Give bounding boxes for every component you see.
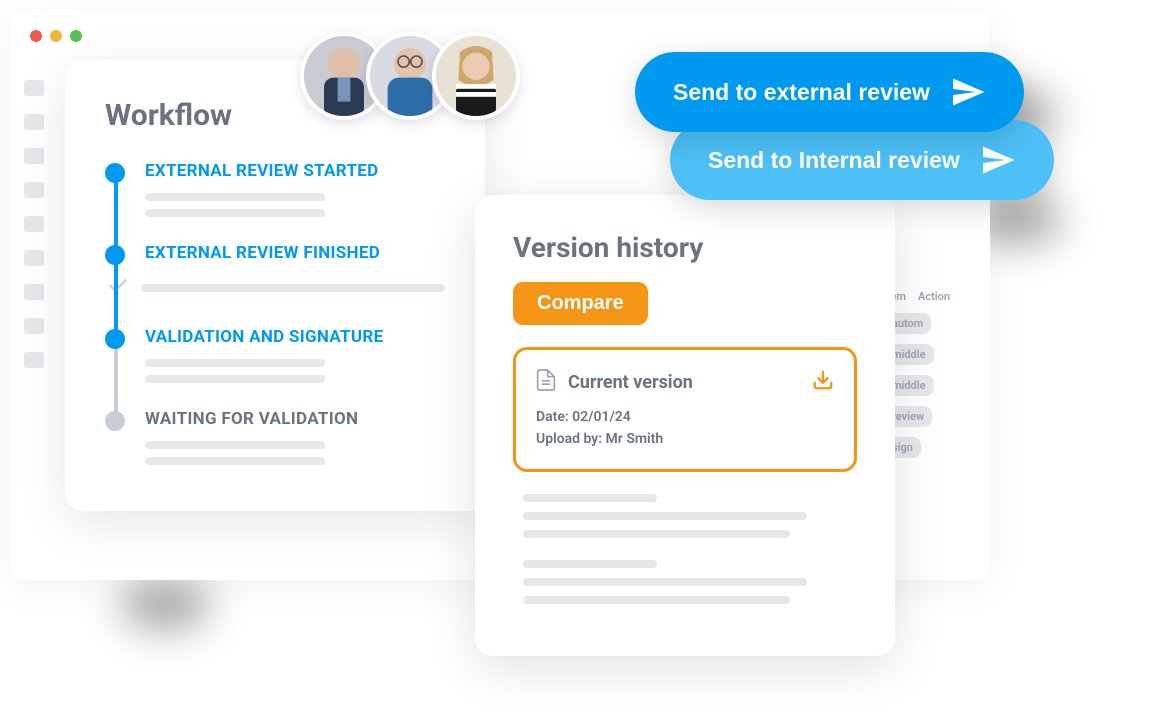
- collaborator-avatars: [300, 32, 520, 120]
- step-label: EXTERNAL REVIEW STARTED: [145, 161, 445, 181]
- send-icon: [980, 142, 1016, 178]
- version-history-title: Version history: [513, 231, 857, 264]
- workflow-step: EXTERNAL REVIEW STARTED: [145, 161, 445, 217]
- skeleton-line: [523, 494, 657, 502]
- workflow-step: WAITING FOR VALIDATION: [145, 409, 445, 465]
- version-item-placeholder: [513, 560, 857, 604]
- version-history-panel: Version history Compare Current version …: [475, 195, 895, 656]
- step-label: EXTERNAL REVIEW FINISHED: [145, 243, 445, 263]
- workflow-timeline: EXTERNAL REVIEW STARTED EXTERNAL REVIEW …: [105, 161, 445, 465]
- workflow-panel: Workflow EXTERNAL REVIEW STARTED EXTERNA…: [65, 60, 485, 511]
- sidebar-icon[interactable]: [24, 352, 44, 368]
- version-uploader: Upload by: Mr Smith: [536, 428, 834, 450]
- skeleton-line: [523, 596, 790, 604]
- sidebar-icon[interactable]: [24, 284, 44, 300]
- skeleton-line: [145, 457, 325, 465]
- step-dot-icon: [105, 329, 125, 349]
- skeleton-line: [523, 512, 807, 520]
- send-external-review-button[interactable]: Send to external review: [635, 52, 1024, 132]
- sidebar-icon[interactable]: [24, 250, 44, 266]
- sidebar-icon[interactable]: [24, 114, 44, 130]
- document-icon: [536, 368, 556, 396]
- skeleton-line: [145, 209, 325, 217]
- button-label: Send to external review: [673, 79, 930, 106]
- step-label: WAITING FOR VALIDATION: [145, 409, 445, 429]
- sidebar-nav: [24, 80, 44, 368]
- sidebar-icon[interactable]: [24, 80, 44, 96]
- current-version-card[interactable]: Current version Date: 02/01/24 Upload by…: [513, 347, 857, 472]
- workflow-step: VALIDATION AND SIGNATURE: [145, 327, 445, 383]
- skeleton-line: [141, 284, 445, 292]
- current-version-label: Current version: [568, 372, 693, 393]
- send-internal-review-button[interactable]: Send to Internal review: [670, 120, 1054, 200]
- avatar[interactable]: [432, 32, 520, 120]
- skeleton-line: [145, 193, 325, 201]
- step-label: VALIDATION AND SIGNATURE: [145, 327, 445, 347]
- table-header: Action: [918, 290, 950, 303]
- step-dot-icon: [105, 245, 125, 265]
- compare-button[interactable]: Compare: [513, 282, 648, 325]
- skeleton-line: [523, 578, 807, 586]
- window-close-icon[interactable]: [30, 30, 42, 42]
- send-icon: [950, 74, 986, 110]
- version-item-placeholder: [513, 494, 857, 538]
- skeleton-line: [145, 359, 325, 367]
- sidebar-icon[interactable]: [24, 148, 44, 164]
- check-icon: [107, 275, 129, 301]
- button-label: Send to Internal review: [708, 147, 960, 174]
- window-maximize-icon[interactable]: [70, 30, 82, 42]
- skeleton-line: [145, 375, 325, 383]
- version-date: Date: 02/01/24: [536, 406, 834, 428]
- step-dot-icon: [105, 163, 125, 183]
- window-minimize-icon[interactable]: [50, 30, 62, 42]
- shadow-decoration: [120, 580, 210, 630]
- skeleton-line: [523, 560, 657, 568]
- window-controls: [30, 30, 82, 42]
- step-dot-icon: [105, 411, 125, 431]
- skeleton-line: [145, 441, 325, 449]
- sidebar-icon[interactable]: [24, 182, 44, 198]
- sidebar-icon[interactable]: [24, 216, 44, 232]
- download-icon[interactable]: [812, 369, 834, 395]
- skeleton-line: [523, 530, 790, 538]
- workflow-step: EXTERNAL REVIEW FINISHED: [145, 243, 445, 301]
- sidebar-icon[interactable]: [24, 318, 44, 334]
